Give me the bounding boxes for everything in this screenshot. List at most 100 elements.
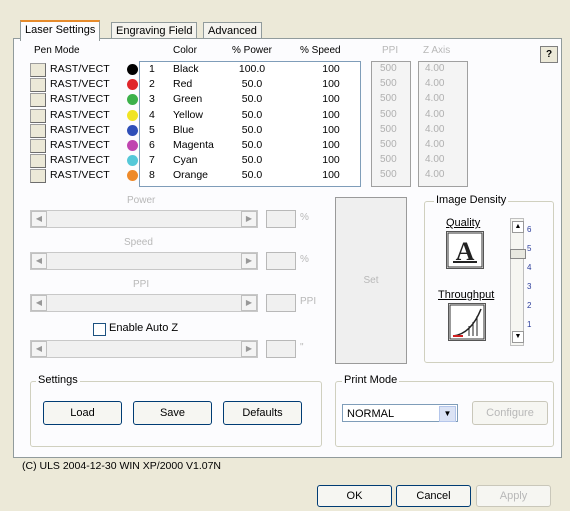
pen-mode-value: RAST/VECT [50, 124, 110, 136]
pen-ppi-value: 500 [380, 109, 397, 120]
pen-color-name: Orange [173, 169, 209, 181]
settings-label: Settings [36, 374, 80, 386]
pen-ppi-value: 500 [380, 139, 397, 150]
ppi-value-field[interactable] [266, 294, 296, 312]
pen-speed-value: 100 [322, 169, 340, 181]
pen-mode-value: RAST/VECT [50, 109, 110, 121]
load-button[interactable]: Load [43, 401, 122, 425]
pen-mode-value: RAST/VECT [50, 169, 110, 181]
power-slider-label: Power [127, 195, 156, 206]
ppi-slider[interactable]: ◀ ▶ [30, 294, 258, 312]
pen-color-dot-icon [127, 79, 138, 90]
header-color: Color [173, 45, 197, 56]
pen-z-value: 4.00 [425, 78, 445, 89]
pen-mode-button[interactable] [30, 78, 46, 92]
power-value-field[interactable] [266, 210, 296, 228]
pen-speed-value: 100 [322, 93, 340, 105]
pen-number: 2 [149, 78, 155, 90]
z-axis-unit: " [300, 342, 304, 353]
speed-unit: % [300, 254, 309, 265]
pen-number: 6 [149, 139, 155, 151]
power-unit: % [300, 212, 309, 223]
pen-power-value: 50.0 [241, 124, 263, 136]
pen-color-name: Black [173, 63, 199, 75]
z-axis-value-field[interactable] [266, 340, 296, 358]
pen-z-value: 4.00 [425, 124, 445, 135]
density-down-arrow-icon[interactable]: ▼ [512, 331, 524, 343]
print-mode-label: Print Mode [342, 374, 400, 386]
pen-speed-value: 100 [322, 139, 340, 151]
apply-button[interactable]: Apply [476, 485, 551, 507]
print-mode-value: NORMAL [347, 408, 395, 420]
density-up-arrow-icon[interactable]: ▲ [512, 221, 524, 233]
density-tick-label: 3 [527, 282, 532, 291]
pen-ppi-value: 500 [380, 124, 397, 135]
ppi-slider-label: PPI [133, 279, 150, 290]
power-slider[interactable]: ◀ ▶ [30, 210, 258, 228]
help-button[interactable]: ? [540, 46, 558, 63]
image-density-label: Image Density [434, 194, 509, 206]
slider-left-arrow-icon[interactable]: ◀ [31, 295, 47, 311]
pen-z-value: 4.00 [425, 154, 445, 165]
defaults-button[interactable]: Defaults [223, 401, 302, 425]
speed-slider[interactable]: ◀ ▶ [30, 252, 258, 270]
pen-mode-button[interactable] [30, 139, 46, 153]
cancel-button[interactable]: Cancel [396, 485, 471, 507]
density-slider[interactable]: ▲ ▼ [510, 218, 526, 346]
slider-left-arrow-icon[interactable]: ◀ [31, 253, 47, 269]
slider-left-arrow-icon[interactable]: ◀ [31, 211, 47, 227]
pen-power-value: 50.0 [241, 154, 263, 166]
pen-color-name: Cyan [173, 154, 198, 166]
save-button[interactable]: Save [133, 401, 212, 425]
pen-number: 4 [149, 109, 155, 121]
pen-mode-button[interactable] [30, 124, 46, 138]
pen-mode-button[interactable] [30, 63, 46, 77]
tab-engraving-field[interactable]: Engraving Field [111, 22, 198, 39]
pen-z-value: 4.00 [425, 109, 445, 120]
enable-auto-z-checkbox[interactable] [93, 323, 106, 336]
pen-speed-value: 100 [322, 63, 340, 75]
print-mode-select[interactable]: NORMAL ▼ [342, 404, 458, 422]
header-speed: % Speed [300, 45, 341, 56]
density-tick-label: 6 [527, 225, 532, 234]
density-tick-label: 1 [527, 320, 532, 329]
pen-color-name: Magenta [173, 139, 214, 151]
pen-power-value: 50.0 [241, 169, 263, 181]
pen-mode-button[interactable] [30, 109, 46, 123]
ppi-unit: PPI [300, 296, 317, 307]
pen-mode-button[interactable] [30, 93, 46, 107]
pen-z-value: 4.00 [425, 169, 445, 180]
slider-left-arrow-icon[interactable]: ◀ [31, 341, 47, 357]
pen-ppi-value: 500 [380, 78, 397, 89]
configure-button[interactable]: Configure [472, 401, 548, 425]
slider-right-arrow-icon[interactable]: ▶ [241, 341, 257, 357]
pen-z-value: 4.00 [425, 93, 445, 104]
pen-z-value: 4.00 [425, 63, 445, 74]
pen-color-dot-icon [127, 110, 138, 121]
pen-ppi-value: 500 [380, 154, 397, 165]
pen-power-value: 50.0 [241, 139, 263, 151]
header-power: % Power [232, 45, 273, 56]
set-button[interactable]: Set [335, 197, 407, 364]
z-axis-slider[interactable]: ◀ ▶ [30, 340, 258, 358]
throughput-icon [448, 303, 486, 341]
pen-color-name: Blue [173, 124, 195, 136]
ok-button[interactable]: OK [317, 485, 392, 507]
pen-color-name: Green [173, 93, 203, 105]
slider-right-arrow-icon[interactable]: ▶ [241, 253, 257, 269]
pen-speed-value: 100 [322, 78, 340, 90]
tab-laser-settings[interactable]: Laser Settings [20, 20, 101, 41]
pen-mode-button[interactable] [30, 154, 46, 168]
slider-right-arrow-icon[interactable]: ▶ [241, 295, 257, 311]
chevron-down-icon[interactable]: ▼ [439, 406, 456, 422]
speed-value-field[interactable] [266, 252, 296, 270]
tab-advanced[interactable]: Advanced [203, 22, 262, 39]
pen-color-dot-icon [127, 64, 138, 75]
quality-icon: A [446, 231, 484, 269]
pen-number: 1 [149, 63, 155, 75]
slider-right-arrow-icon[interactable]: ▶ [241, 211, 257, 227]
enable-auto-z-label: Enable Auto Z [109, 322, 179, 334]
pen-number: 8 [149, 169, 155, 181]
pen-mode-button[interactable] [30, 169, 46, 183]
density-thumb[interactable] [510, 249, 526, 259]
